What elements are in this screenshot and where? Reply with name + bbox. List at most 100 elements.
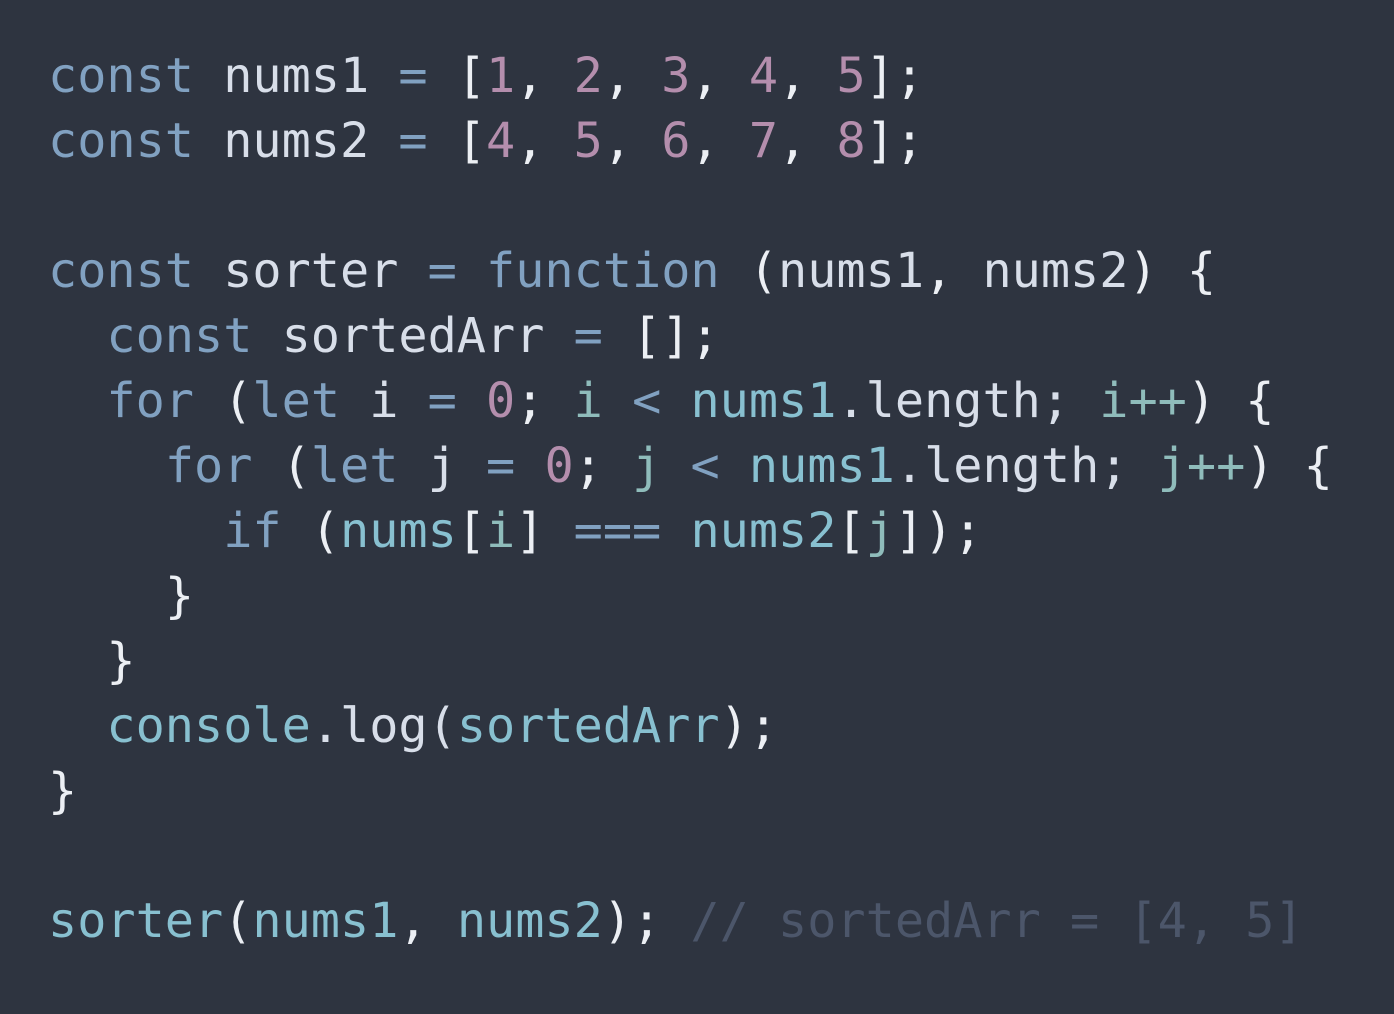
token-keyword: const	[48, 48, 194, 104]
token-keyword: =	[486, 438, 516, 494]
token-punctuation: [	[836, 503, 866, 559]
code-line: const nums2 = [4, 5, 6, 7, 8];	[48, 109, 1394, 174]
token-plain: sortedArr	[252, 308, 574, 364]
token-punctuation: (	[223, 893, 253, 949]
token-punctuation: [	[427, 113, 487, 169]
token-punctuation: ]);	[894, 503, 983, 559]
token-punctuation: ) {	[1128, 243, 1217, 299]
token-number: 5	[573, 113, 603, 169]
token-variable: i	[573, 373, 603, 429]
token-number: 2	[573, 48, 603, 104]
token-plain: nums1	[194, 48, 399, 104]
token-punctuation: ) {	[1186, 373, 1275, 429]
code-line: sorter(nums1, nums2); // sortedArr = [4,…	[48, 889, 1394, 954]
token-identifier: nums1	[690, 373, 837, 429]
token-punctuation: (	[252, 438, 311, 494]
token-number: 0	[486, 373, 516, 429]
token-keyword: =	[427, 243, 457, 299]
token-number: 1	[486, 48, 516, 104]
token-keyword: const	[48, 113, 194, 169]
token-punctuation: (	[281, 503, 341, 559]
token-punctuation: ,	[515, 113, 574, 169]
token-number: 6	[661, 113, 691, 169]
token-punctuation: );	[602, 893, 691, 949]
code-line: if (nums[i] === nums2[j]);	[48, 499, 1394, 564]
token-punctuation: }	[106, 633, 136, 689]
token-punctuation: ,	[602, 113, 662, 169]
token-keyword: const	[106, 308, 253, 364]
token-plain: j	[398, 438, 487, 494]
token-keyword: <	[690, 438, 720, 494]
token-plain: nums2	[194, 113, 399, 169]
token-number: 5	[836, 48, 866, 104]
token-identifier: nums	[340, 503, 457, 559]
code-line: const sorter = function (nums1, nums2) {	[48, 239, 1394, 304]
code-line: }	[48, 564, 1394, 629]
token-identifier: nums1	[748, 438, 895, 494]
token-keyword: if	[223, 503, 282, 559]
token-punctuation: }	[48, 763, 78, 819]
token-plain: nums1	[778, 243, 925, 299]
token-punctuation: ,	[924, 243, 983, 299]
code-line: }	[48, 629, 1394, 694]
token-keyword: =	[573, 308, 603, 364]
token-punctuation: ) {	[1245, 438, 1333, 494]
token-punctuation: [];	[602, 308, 720, 364]
token-punctuation: ,	[778, 113, 837, 169]
token-punctuation: }	[164, 568, 195, 624]
code-editor[interactable]: const nums1 = [1, 2, 3, 4, 5]; const nums…	[0, 0, 1394, 1014]
token-identifier: nums2	[690, 503, 837, 559]
token-identifier: console	[106, 698, 311, 754]
code-line: for (let i = 0; i < nums1.length; i++) {	[48, 369, 1394, 434]
token-plain: .length;	[894, 438, 1158, 494]
token-punctuation: ,	[515, 48, 574, 104]
token-punctuation: ,	[398, 893, 457, 949]
token-punctuation: ,	[778, 48, 837, 104]
token-keyword: for	[164, 438, 253, 494]
token-keyword: =	[398, 48, 428, 104]
token-variable: j	[632, 438, 662, 494]
token-keyword: const	[48, 243, 194, 299]
code-line: }	[48, 759, 1394, 824]
token-keyword: <	[632, 373, 662, 429]
code-line: for (let j = 0; j < nums1.length; j++) {	[48, 434, 1394, 499]
token-number: 4	[748, 48, 779, 104]
token-punctuation: );	[719, 698, 779, 754]
code-block[interactable]: const nums1 = [1, 2, 3, 4, 5]; const nums…	[48, 44, 1394, 954]
token-plain: i	[340, 373, 428, 429]
code-line: const nums1 = [1, 2, 3, 4, 5];	[48, 44, 1394, 109]
token-plain: .length;	[836, 373, 1100, 429]
token-keyword: function	[486, 243, 720, 299]
token-keyword: =	[398, 113, 428, 169]
token-variable: i++	[1099, 373, 1187, 429]
token-punctuation: (	[194, 373, 253, 429]
token-punctuation: ,	[602, 48, 662, 104]
token-plain: nums2	[982, 243, 1129, 299]
token-identifier: sortedArr	[456, 698, 720, 754]
token-number: 7	[748, 113, 779, 169]
token-keyword: =	[427, 373, 457, 429]
token-plain: sorter	[194, 243, 428, 299]
token-variable: j++	[1157, 438, 1246, 494]
token-punctuation: ,	[690, 48, 749, 104]
token-punctuation: ,	[690, 113, 749, 169]
code-line: console.log(sortedArr);	[48, 694, 1394, 759]
token-comment: // sortedArr = [4, 5]	[690, 893, 1304, 949]
token-keyword: let	[252, 373, 341, 429]
token-punctuation: ;	[515, 373, 574, 429]
token-number: 0	[544, 438, 574, 494]
